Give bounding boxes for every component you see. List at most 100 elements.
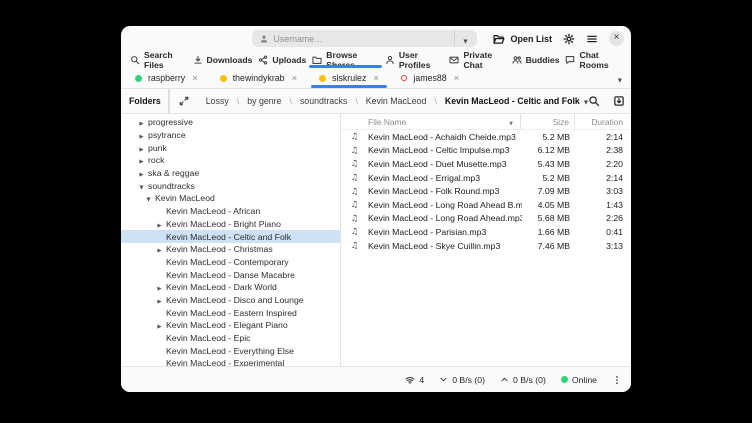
expander-icon[interactable] xyxy=(153,295,166,305)
user-tab-label: raspberry xyxy=(148,73,185,83)
download-rate-indicator[interactable]: 0 B/s (0) xyxy=(439,375,485,385)
expander-icon[interactable] xyxy=(153,320,166,330)
column-header-duration[interactable]: Duration xyxy=(575,114,631,129)
tree-row[interactable]: rock xyxy=(121,154,340,167)
expander-icon[interactable] xyxy=(135,130,148,140)
upload-rate-indicator[interactable]: 0 B/s (0) xyxy=(500,375,546,385)
primary-tab[interactable]: Private Chat xyxy=(446,51,508,68)
breadcrumb-segment[interactable]: soundtracks \ xyxy=(300,96,358,106)
column-header-filename[interactable]: File Name xyxy=(341,114,521,129)
status-bar: 4 0 B/s (0) 0 B/s (0) Online xyxy=(121,367,631,392)
tree-row[interactable]: Kevin MacLeod - Dark World xyxy=(121,281,340,294)
expander-icon[interactable] xyxy=(135,155,148,165)
connections-indicator[interactable]: 4 xyxy=(405,375,424,385)
status-menu-button[interactable] xyxy=(612,375,622,385)
file-list: File Name Size Duration Kevin MacLeod - … xyxy=(341,114,631,366)
tree-row[interactable]: progressive xyxy=(121,116,340,129)
search-folders-button[interactable] xyxy=(588,95,600,107)
file-name: Kevin MacLeod - Skye Cuillin.mp3 xyxy=(368,241,522,251)
primary-tab[interactable]: User Profiles xyxy=(382,51,447,68)
tree-row[interactable]: Kevin MacLeod - Disco and Lounge xyxy=(121,294,340,307)
tree-row[interactable]: Kevin MacLeod - Epic xyxy=(121,332,340,345)
tree-row[interactable]: Kevin MacLeod - Celtic and Folk xyxy=(121,230,340,243)
file-row[interactable]: Kevin MacLeod - Long Road Ahead B.mp3 4.… xyxy=(341,198,631,212)
open-list-label: Open List xyxy=(510,34,552,44)
file-row[interactable]: Kevin MacLeod - Skye Cuillin.mp3 7.46 MB… xyxy=(341,239,631,253)
tree-row[interactable]: Kevin MacLeod - Danse Macabre xyxy=(121,268,340,281)
tree-row[interactable]: Kevin MacLeod xyxy=(121,192,340,205)
file-duration: 2:14 xyxy=(575,132,631,142)
expander-icon[interactable] xyxy=(142,193,155,203)
file-row[interactable]: Kevin MacLeod - Long Road Ahead.mp3 5.68… xyxy=(341,212,631,226)
wifi-icon xyxy=(405,375,415,385)
tree-row[interactable]: Kevin MacLeod - Christmas xyxy=(121,243,340,256)
tree-row[interactable]: Kevin MacLeod - Everything Else xyxy=(121,344,340,357)
username-dropdown-button[interactable] xyxy=(454,30,477,47)
file-row[interactable]: Kevin MacLeod - Duet Musette.mp3 5.43 MB… xyxy=(341,157,631,171)
close-icon[interactable] xyxy=(192,73,198,84)
tree-row[interactable]: soundtracks xyxy=(121,179,340,192)
column-header-size[interactable]: Size xyxy=(521,114,575,129)
user-tab[interactable]: james88 xyxy=(390,68,470,88)
folder-count-badge[interactable]: 6,801 xyxy=(169,89,170,114)
primary-tab[interactable]: Downloads xyxy=(190,51,256,68)
user-tab-label: slskrulez xyxy=(332,73,366,83)
user-status-icon xyxy=(220,75,227,82)
expander-icon[interactable] xyxy=(153,282,166,292)
tree-row[interactable]: Kevin MacLeod - Contemporary xyxy=(121,256,340,269)
file-row[interactable]: Kevin MacLeod - Achaidh Cheide.mp3 5.2 M… xyxy=(341,130,631,144)
tree-row[interactable]: Kevin MacLeod - Bright Piano xyxy=(121,218,340,231)
tree-row[interactable]: punk xyxy=(121,141,340,154)
file-name: Kevin MacLeod - Long Road Ahead B.mp3 xyxy=(368,200,522,210)
expander-icon[interactable] xyxy=(135,168,148,178)
upload-rate: 0 B/s (0) xyxy=(513,375,546,385)
expander-icon[interactable] xyxy=(135,181,148,191)
breadcrumb-segment[interactable]: Kevin MacLeod \ xyxy=(366,96,437,106)
tree-row[interactable]: Kevin MacLeod - Elegant Piano xyxy=(121,319,340,332)
file-row[interactable]: Kevin MacLeod - Errigal.mp3 5.2 MB 2:14 xyxy=(341,171,631,185)
breadcrumb-segment[interactable]: Lossy \ xyxy=(206,96,239,106)
tree-row[interactable]: ska & reggae xyxy=(121,167,340,180)
primary-tab[interactable]: Uploads xyxy=(255,51,309,68)
save-list-button[interactable] xyxy=(613,95,625,107)
close-icon[interactable] xyxy=(373,73,379,84)
file-row[interactable]: Kevin MacLeod - Folk Round.mp3 7.09 MB 3… xyxy=(341,184,631,198)
primary-tab[interactable]: Buddies xyxy=(509,51,563,68)
primary-tab[interactable]: Chat Rooms xyxy=(562,51,625,68)
tree-row[interactable]: psytrance xyxy=(121,129,340,142)
user-tab[interactable]: slskrulez xyxy=(308,68,390,88)
primary-tab[interactable]: Search Files xyxy=(127,51,190,68)
expander-icon[interactable] xyxy=(153,244,166,254)
username-input[interactable]: Username… xyxy=(252,30,454,47)
music-note-icon xyxy=(341,172,368,183)
breadcrumb-current[interactable]: Kevin MacLeod - Celtic and Folk xyxy=(445,96,588,106)
breadcrumb-segment[interactable]: by genre \ xyxy=(247,96,292,106)
expander-icon[interactable] xyxy=(153,219,166,229)
close-icon[interactable] xyxy=(454,73,460,84)
primary-tab[interactable]: Browse Shares xyxy=(309,51,382,68)
open-list-button[interactable]: Open List xyxy=(493,33,552,45)
file-duration: 2:14 xyxy=(575,173,631,183)
expand-all-button[interactable] xyxy=(179,96,189,106)
user-tab[interactable]: raspberry xyxy=(124,68,209,88)
online-status[interactable]: Online xyxy=(561,375,597,385)
tree-row-label: punk xyxy=(148,143,167,153)
user-status-icon xyxy=(401,75,408,82)
tree-row-label: soundtracks xyxy=(148,181,195,191)
expander-icon[interactable] xyxy=(135,117,148,127)
breadcrumb-segment-label: Kevin MacLeod xyxy=(366,96,427,106)
tree-row[interactable]: Kevin MacLeod - Experimental xyxy=(121,357,340,366)
file-row[interactable]: Kevin MacLeod - Celtic Impulse.mp3 6.12 … xyxy=(341,144,631,158)
tab-overflow-button[interactable] xyxy=(618,69,622,87)
window-close-button[interactable] xyxy=(609,31,624,46)
preferences-button[interactable] xyxy=(563,33,575,45)
tree-row[interactable]: Kevin MacLeod - African xyxy=(121,205,340,218)
file-row[interactable]: Kevin MacLeod - Parisian.mp3 1.66 MB 0:4… xyxy=(341,225,631,239)
file-name: Kevin MacLeod - Parisian.mp3 xyxy=(368,227,522,237)
expander-icon[interactable] xyxy=(135,143,148,153)
user-tab[interactable]: thewindykrab xyxy=(209,68,308,88)
close-icon[interactable] xyxy=(292,73,298,84)
tree-row[interactable]: Kevin MacLeod - Eastern Inspired xyxy=(121,306,340,319)
hamburger-menu-button[interactable] xyxy=(586,33,598,45)
tree-row-label: Kevin MacLeod - Dark World xyxy=(166,282,277,292)
